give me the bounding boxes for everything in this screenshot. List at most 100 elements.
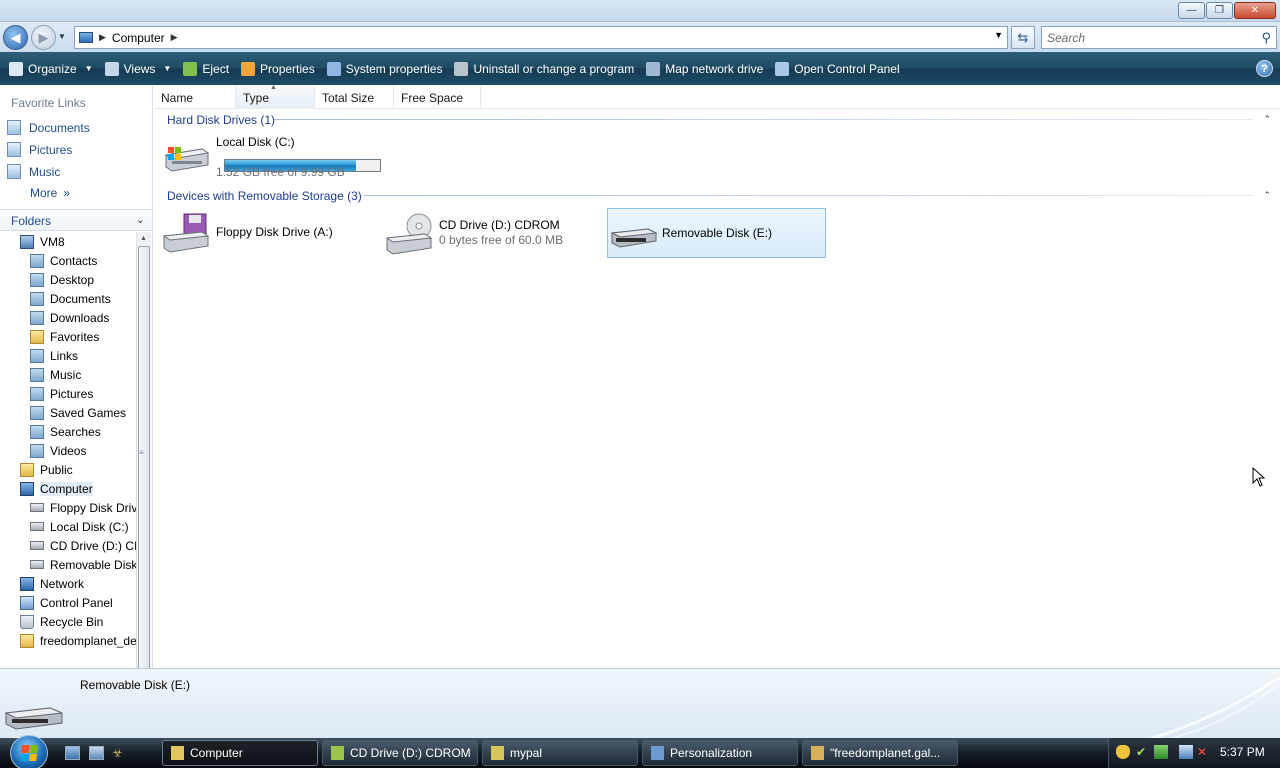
tree-item-videos[interactable]: Videos [30, 441, 86, 460]
taskbar-button[interactable]: Computer [162, 740, 318, 766]
volume-muted-icon[interactable]: ✕ [1197, 745, 1211, 759]
drive-removable-e[interactable]: Removable Disk (E:) [607, 208, 826, 258]
command-label: System properties [345, 61, 443, 76]
taskbar-button-label: mypal [510, 746, 543, 760]
column-label: Type [243, 91, 270, 105]
collapse-up-icon[interactable]: ⌃ [1263, 114, 1271, 125]
taskbar-button[interactable]: Personalization [642, 740, 798, 766]
tree-item-vm8[interactable]: VM8 [20, 232, 65, 251]
group-header-hard-disks[interactable]: Hard Disk Drives (1) [167, 113, 275, 127]
show-desktop-icon[interactable] [65, 746, 80, 760]
yfolder-icon [20, 633, 34, 648]
command-eject[interactable]: Eject [179, 56, 237, 82]
tree-item-links[interactable]: Links [30, 346, 78, 365]
tree-item-searches[interactable]: Searches [30, 422, 101, 441]
details-pane: Removable Disk (E:) [0, 668, 1280, 739]
address-bar[interactable]: ▶ Computer ▶ ▼ [74, 26, 1008, 49]
column-header-free-space[interactable]: Free Space [394, 86, 481, 109]
forward-button[interactable]: ▶ [31, 25, 56, 50]
folders-toggle[interactable]: Folders ⌄ [0, 209, 152, 231]
drive-free-space: 1.52 GB free of 9.99 GB [216, 165, 345, 179]
user-icon [20, 234, 34, 249]
favorite-pictures[interactable]: Pictures [7, 142, 72, 157]
tree-item-pictures[interactable]: Pictures [30, 384, 93, 403]
tree-item-recycle-bin[interactable]: Recycle Bin [20, 612, 103, 631]
command-properties[interactable]: Properties [237, 56, 323, 82]
drive-icon [30, 560, 44, 569]
close-button[interactable]: ✕ [1234, 2, 1276, 19]
help-button[interactable]: ? [1256, 60, 1273, 77]
search-input[interactable]: Search ⚲ [1041, 26, 1277, 49]
scroll-up-icon[interactable]: ▲ [140, 235, 147, 242]
address-history-dropdown-icon[interactable]: ▼ [994, 30, 1003, 40]
tree-item-favorites[interactable]: Favorites [30, 327, 99, 346]
folder-icon [30, 310, 44, 325]
column-header-name[interactable]: Name [154, 86, 236, 109]
comp-icon [20, 576, 34, 591]
taskbar-app-icon [491, 746, 504, 760]
command-uninstall-or-change-a-program[interactable]: Uninstall or change a program [450, 56, 642, 82]
command-map-network-drive[interactable]: Map network drive [642, 56, 771, 82]
switch-windows-icon[interactable] [89, 746, 104, 760]
more-link[interactable]: More » [30, 186, 70, 200]
recent-pages-dropdown[interactable]: ▼ [58, 32, 66, 41]
tree-item-saved-games[interactable]: Saved Games [30, 403, 126, 422]
collapse-up-icon[interactable]: ⌃ [1263, 190, 1271, 201]
tree-item-public[interactable]: Public [20, 460, 73, 479]
file-list: Name ▲ Type Total Size Free Space Hard D… [154, 84, 1280, 668]
favorite-music[interactable]: Music [7, 164, 60, 179]
command-system-properties[interactable]: System properties [323, 56, 451, 82]
breadcrumb-computer[interactable]: Computer [112, 31, 165, 45]
search-icon[interactable]: ⚲ [1261, 30, 1271, 46]
tree-item-removable-disk[interactable]: Removable Disk [30, 555, 136, 574]
tree-item-network[interactable]: Network [20, 574, 84, 593]
tree-item-music[interactable]: Music [30, 365, 81, 384]
drive-local-c[interactable]: Local Disk (C:) 1.52 GB free of 9.99 GB [162, 131, 392, 181]
tree-item-downloads[interactable]: Downloads [30, 308, 109, 327]
check-icon[interactable]: ✔ [1136, 745, 1150, 759]
folder-icon [30, 291, 44, 306]
mouse-cursor-icon [1252, 467, 1266, 487]
taskbar-button[interactable]: mypal [482, 740, 638, 766]
refresh-button[interactable]: ⇆ [1011, 26, 1035, 49]
drive-floppy-a[interactable]: Floppy Disk Drive (A:) [162, 208, 377, 258]
tree-item-desktop[interactable]: Desktop [30, 270, 94, 289]
quick-launch-app-icon[interactable]: ☣ [112, 746, 127, 760]
app-tray-icon[interactable] [1154, 745, 1168, 759]
favorite-links-heading: Favorite Links [11, 96, 86, 110]
organize-icon [9, 61, 23, 76]
comp-icon [20, 481, 34, 496]
tree-item-computer[interactable]: Computer [20, 479, 93, 498]
clock[interactable]: 5:37 PM [1220, 745, 1265, 759]
group-header-removable[interactable]: Devices with Removable Storage (3) [167, 189, 362, 203]
scrollbar-thumb[interactable] [138, 246, 150, 736]
favorite-documents[interactable]: Documents [7, 120, 90, 135]
command-views[interactable]: Views ▼ [101, 56, 180, 82]
column-header-total-size[interactable]: Total Size [315, 86, 394, 109]
shield-icon[interactable] [1116, 745, 1130, 759]
taskbar-button[interactable]: CD Drive (D:) CDROM [322, 740, 478, 766]
command-organize[interactable]: Organize ▼ [5, 56, 101, 82]
window-titlebar[interactable]: — ❐ ✕ [0, 0, 1280, 22]
tree-item-contacts[interactable]: Contacts [30, 251, 97, 270]
back-button[interactable]: ◀ [3, 25, 28, 50]
tree-item-control-panel[interactable]: Control Panel [20, 593, 113, 612]
tree-item-cd-drive-d-ci[interactable]: CD Drive (D:) CI [30, 536, 136, 555]
chevron-down-icon: ⌄ [135, 214, 145, 226]
group-title: Devices with Removable Storage (3) [167, 189, 362, 203]
tree-item-freedomplanet-de[interactable]: freedomplanet_de [20, 631, 136, 650]
tree-item-local-disk-c-[interactable]: Local Disk (C:) [30, 517, 129, 536]
minimize-button[interactable]: — [1178, 2, 1205, 19]
breadcrumb-chevron-icon[interactable]: ▶ [171, 32, 178, 43]
network-icon[interactable] [1179, 745, 1193, 759]
breadcrumb-separator-icon[interactable]: ▶ [99, 32, 106, 43]
drive-cd-d[interactable]: CD Drive (D:) CDROM 0 bytes free of 60.0… [385, 208, 600, 258]
column-header-type[interactable]: ▲ Type [236, 84, 315, 109]
taskbar-button-label: Personalization [670, 746, 753, 760]
tree-item-floppy-disk-driv[interactable]: Floppy Disk Driv [30, 498, 136, 517]
command-open-control-panel[interactable]: Open Control Panel [771, 56, 907, 82]
maximize-button[interactable]: ❐ [1206, 2, 1233, 19]
tree-item-documents[interactable]: Documents [30, 289, 111, 308]
start-button[interactable] [10, 735, 48, 768]
taskbar-button[interactable]: "freedomplanet.gal... [802, 740, 958, 766]
